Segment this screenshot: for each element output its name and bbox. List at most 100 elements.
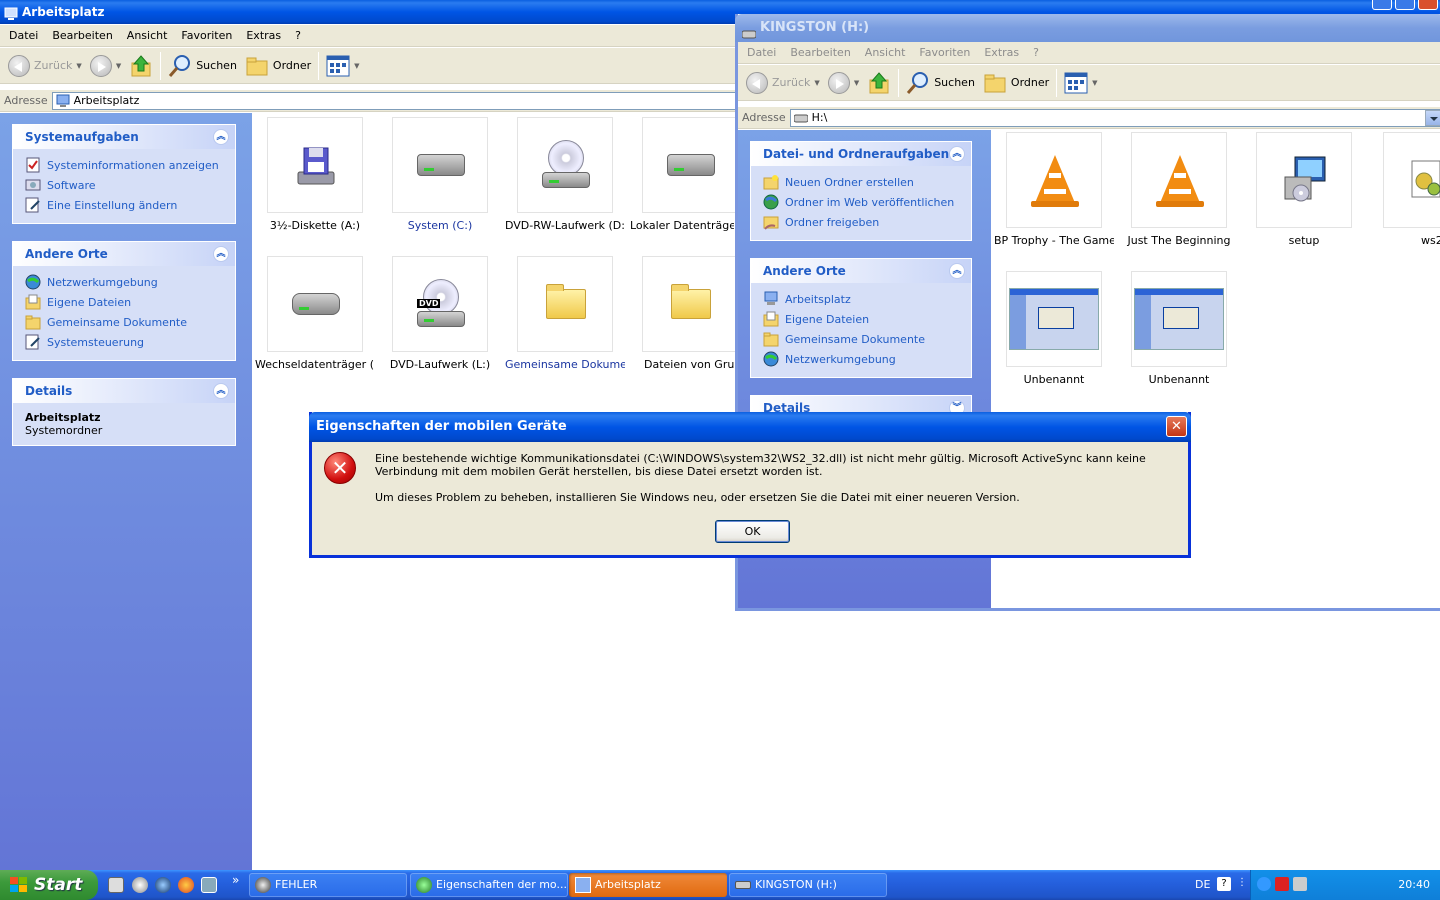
search-label: Suchen [196, 59, 237, 72]
place-shared-documents[interactable]: Gemeinsame Dokumente [25, 312, 223, 332]
drive-removable-k[interactable]: Wechseldatenträger (K:) [255, 256, 375, 371]
dropdown-arrow-icon[interactable]: ▼ [814, 79, 819, 87]
task-change-setting[interactable]: Eine Einstellung ändern [25, 195, 223, 215]
forward-button[interactable]: ▼ [86, 51, 125, 81]
menu-favoriten[interactable]: Favoriten [174, 29, 239, 42]
task-share-folder[interactable]: Ordner freigeben [763, 212, 959, 232]
task-system-info[interactable]: Systeminformationen anzeigen [25, 155, 223, 175]
details-header[interactable]: Details ︽ [13, 379, 235, 403]
task-software[interactable]: Software [25, 175, 223, 195]
address-dropdown-icon[interactable] [1425, 109, 1440, 126]
menu-extras[interactable]: Extras [239, 29, 288, 42]
file-unbenannt-1[interactable]: Unbenannt [994, 271, 1114, 386]
place-network[interactable]: Netzwerkumgebung [25, 272, 223, 292]
network-icon[interactable] [1293, 877, 1307, 891]
place-my-documents[interactable]: Eigene Dateien [25, 292, 223, 312]
file-unbenannt-2[interactable]: Unbenannt [1119, 271, 1239, 386]
folder-user-files[interactable]: Dateien von Grund [630, 256, 738, 371]
folders-button[interactable]: Ordner [241, 51, 315, 81]
place-my-computer[interactable]: Arbeitsplatz [763, 289, 959, 309]
task-label: KINGSTON (H:) [755, 878, 837, 891]
drive-system-c[interactable]: System (C:) [380, 117, 500, 232]
menu-favoriten[interactable]: Favoriten [912, 46, 977, 59]
menu-extras[interactable]: Extras [977, 46, 1026, 59]
notification-expand-icon[interactable]: ⋮ [1237, 877, 1251, 891]
maximize-button[interactable] [1395, 0, 1415, 10]
task-mobile-device-properties[interactable]: Eigenschaften der mo... [410, 873, 568, 897]
quicklaunch-overflow-icon[interactable]: » [232, 873, 239, 887]
place-my-documents[interactable]: Eigene Dateien [763, 309, 959, 329]
ok-button[interactable]: OK [715, 520, 790, 543]
collapse-chevron-icon[interactable]: ︽ [213, 129, 229, 145]
folders-button[interactable]: Ordner [979, 68, 1053, 98]
task-publish-web[interactable]: Ordner im Web veröffentlichen [763, 192, 959, 212]
details-title: Details [25, 384, 73, 398]
file-just-the-beginning[interactable]: Just The Beginning [1119, 132, 1239, 247]
back-button[interactable]: Zurück ▼ [742, 68, 824, 98]
up-folder-icon [869, 71, 889, 93]
up-folder-button[interactable] [863, 68, 895, 98]
views-button[interactable]: ▼ [322, 51, 363, 81]
close-button[interactable] [1418, 0, 1438, 10]
firefox-icon[interactable] [178, 877, 194, 893]
internet-explorer-icon[interactable] [155, 877, 171, 893]
menu-datei[interactable]: Datei [740, 46, 783, 59]
place-network[interactable]: Netzwerkumgebung [763, 349, 959, 369]
file-setup[interactable]: setup [1244, 132, 1364, 247]
menu-help[interactable]: ? [288, 29, 308, 42]
dropdown-arrow-icon[interactable]: ▼ [76, 62, 81, 70]
dropdown-arrow-icon[interactable]: ▼ [116, 62, 121, 70]
desktop-icon[interactable] [201, 877, 217, 893]
task-arbeitsplatz[interactable]: Arbeitsplatz [569, 873, 727, 897]
search-button[interactable]: Suchen [902, 68, 979, 98]
forward-button[interactable]: ▼ [824, 68, 863, 98]
start-button[interactable]: Start [0, 870, 98, 900]
place-shared-documents[interactable]: Gemeinsame Dokumente [763, 329, 959, 349]
dropdown-arrow-icon: ▼ [354, 61, 360, 70]
address-input[interactable]: Arbeitsplatz [51, 91, 752, 110]
views-button[interactable]: ▼ [1060, 68, 1101, 98]
collapse-chevron-icon[interactable]: ︽ [213, 246, 229, 262]
folder-shared-documents[interactable]: Gemeinsame Dokumente [505, 256, 625, 371]
menu-help[interactable]: ? [1026, 46, 1046, 59]
address-input[interactable]: H:\ [789, 108, 1440, 127]
menu-bearbeiten[interactable]: Bearbeiten [783, 46, 857, 59]
language-indicator[interactable]: DE [1195, 878, 1210, 891]
file-ws2-32[interactable]: ws2_32 [1369, 132, 1440, 247]
tray-app-icon[interactable] [1257, 877, 1271, 891]
help-icon[interactable]: ? [1217, 877, 1231, 891]
menu-datei[interactable]: Datei [2, 29, 45, 42]
search-button[interactable]: Suchen [164, 51, 241, 81]
other-places-header[interactable]: Andere Orte ︽ [751, 259, 971, 283]
up-folder-button[interactable] [125, 51, 157, 81]
file-bp-trophy[interactable]: BP Trophy - The Game [994, 132, 1114, 247]
quicklaunch-app-icon[interactable] [108, 877, 124, 893]
minimize-button[interactable] [1372, 0, 1392, 10]
task-new-folder[interactable]: Neuen Ordner erstellen [763, 172, 959, 192]
task-fehler[interactable]: FEHLER [249, 873, 407, 897]
media-player-icon[interactable] [132, 877, 148, 893]
address-bar: Adresse H:\ [738, 107, 1440, 129]
drive-icon [793, 114, 808, 122]
antivirus-icon[interactable] [1275, 877, 1289, 891]
collapse-chevron-icon[interactable]: ︽ [213, 383, 229, 399]
collapse-chevron-icon[interactable]: ︽ [949, 146, 965, 162]
file-tasks-header[interactable]: Datei- und Ordneraufgaben ︽ [751, 142, 971, 166]
close-icon[interactable]: ✕ [1166, 416, 1187, 437]
other-places-header[interactable]: Andere Orte ︽ [13, 242, 235, 266]
drive-floppy-a[interactable]: 3½-Diskette (A:) [255, 117, 375, 232]
drive-dvd-rw-d[interactable]: DVD-RW-Laufwerk (D:) [505, 117, 625, 232]
place-control-panel[interactable]: Systemsteuerung [25, 332, 223, 352]
menu-ansicht[interactable]: Ansicht [120, 29, 175, 42]
menu-bearbeiten[interactable]: Bearbeiten [45, 29, 119, 42]
task-kingston[interactable]: KINGSTON (H:) [729, 873, 887, 897]
system-tasks-header[interactable]: Systemaufgaben ︽ [13, 125, 235, 149]
menu-ansicht[interactable]: Ansicht [858, 46, 913, 59]
drive-local-disk[interactable]: Lokaler Datenträger ( [630, 117, 738, 232]
titlebar-kingston[interactable]: KINGSTON (H:) [735, 14, 1440, 42]
collapse-chevron-icon[interactable]: ︽ [949, 263, 965, 279]
dropdown-arrow-icon[interactable]: ▼ [854, 79, 859, 87]
drive-dvd-l[interactable]: DVD DVD-Laufwerk (L:) [380, 256, 500, 371]
back-button[interactable]: Zurück ▼ [4, 51, 86, 81]
dialog-titlebar[interactable]: Eigenschaften der mobilen Geräte ✕ [309, 412, 1191, 442]
